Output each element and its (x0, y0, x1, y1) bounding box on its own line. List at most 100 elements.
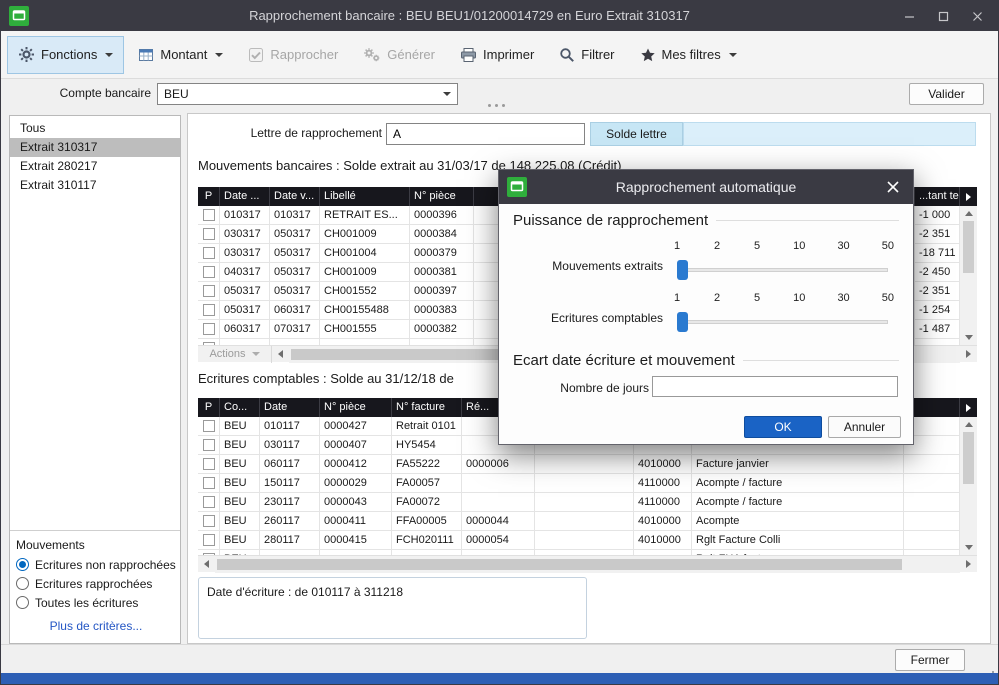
row-checkbox[interactable] (203, 439, 215, 451)
fermer-button[interactable]: Fermer (895, 649, 965, 671)
chevron-down-icon (252, 352, 260, 356)
valider-button[interactable]: Valider (909, 83, 984, 105)
tick-label: 2 (713, 292, 721, 304)
nombre-de-jours-label: Nombre de jours (499, 381, 649, 395)
column-header[interactable]: ...tant ten... (915, 187, 960, 206)
next-columns-button[interactable] (960, 398, 977, 417)
radio-label: Ecritures rapprochées (35, 577, 152, 591)
scroll-right-button[interactable] (960, 556, 977, 573)
column-header[interactable]: Date (260, 398, 320, 417)
column-header[interactable]: P (198, 398, 220, 417)
scroll-up-icon[interactable] (960, 417, 977, 432)
row-checkbox[interactable] (203, 534, 215, 546)
ledger-table-row[interactable]: BEU Rglt FHA factu (198, 550, 960, 555)
app-logo-icon (507, 177, 527, 197)
account-bar: Compte bancaire BEU Valider (1, 79, 998, 113)
hscroll-track[interactable] (215, 556, 960, 573)
generer-button[interactable]: Générer (352, 36, 446, 74)
imprimer-button[interactable]: Imprimer (449, 36, 545, 74)
minimize-button[interactable] (892, 1, 926, 31)
radio-toutes-les-ecritures[interactable]: Toutes les écritures (16, 593, 176, 612)
dialog-body: Puissance de rapprochement 125103050 Mou… (499, 204, 913, 444)
annuler-button[interactable]: Annuler (828, 416, 901, 438)
compte-bancaire-label: Compte bancaire (1, 86, 151, 100)
row-checkbox[interactable] (203, 420, 215, 432)
ledger-table-row[interactable]: BEU 150117 0000029 FA00057 4110000 Acomp… (198, 474, 960, 493)
sidebar-extrait-item[interactable]: Extrait 310317 (10, 138, 180, 157)
date-filter-box: Date d'écriture : de 010117 à 311218 (198, 577, 587, 639)
ledger-table-row[interactable]: BEU 280117 0000415 FCH020111 0000054 401… (198, 531, 960, 550)
column-header[interactable]: Date v... (270, 187, 320, 206)
chevron-down-icon (215, 53, 223, 57)
column-header[interactable]: N° facture (392, 398, 462, 417)
ok-button[interactable]: OK (744, 416, 822, 438)
next-columns-button[interactable] (960, 187, 977, 206)
ledger-table-row[interactable]: BEU 060117 0000412 FA55222 0000006 40100… (198, 455, 960, 474)
filtrer-button[interactable]: Filtrer (548, 36, 625, 74)
compte-bancaire-select[interactable]: BEU (157, 83, 458, 105)
row-checkbox[interactable] (203, 247, 215, 259)
hscroll-thumb[interactable] (217, 559, 902, 570)
star-icon (640, 47, 656, 63)
dialog-close-icon[interactable] (882, 176, 904, 198)
ledger-table-vscrollbar[interactable] (960, 417, 977, 555)
ecritures-comptables-label: Ecritures comptables (499, 311, 663, 325)
sidebar-extrait-item[interactable]: Extrait 280217 (10, 157, 180, 176)
slider-handle[interactable] (677, 260, 688, 280)
plus-de-criteres-link[interactable]: Plus de critères... (16, 619, 176, 633)
ledger-section-title: Ecritures comptables : Solde au 31/12/18… (198, 371, 454, 386)
vscroll-thumb[interactable] (963, 221, 974, 273)
tick-label: 10 (793, 240, 805, 252)
column-header[interactable]: N° pièce (410, 187, 474, 206)
tick-label: 30 (837, 292, 849, 304)
row-checkbox[interactable] (203, 496, 215, 508)
tick-label: 50 (882, 292, 894, 304)
solde-lettre-button[interactable]: Solde lettre (590, 122, 683, 146)
vscroll-thumb[interactable] (963, 432, 974, 484)
mouvements-extraits-slider[interactable] (678, 268, 888, 272)
scroll-left-button[interactable] (198, 556, 215, 573)
row-checkbox[interactable] (203, 323, 215, 335)
row-checkbox[interactable] (203, 285, 215, 297)
montant-button[interactable]: Montant (127, 36, 234, 74)
column-header[interactable]: Libellé (320, 187, 410, 206)
chevron-down-icon (443, 92, 451, 96)
actions-button[interactable]: Actions (198, 346, 272, 363)
maximize-button[interactable] (926, 1, 960, 31)
rapprocher-button[interactable]: Rapprocher (237, 36, 349, 74)
close-button[interactable] (960, 1, 994, 31)
row-checkbox[interactable] (203, 209, 215, 221)
sidebar-extrait-item[interactable]: Extrait 310117 (10, 176, 180, 195)
column-header[interactable]: P (198, 187, 220, 206)
radio-ecritures-non-rapprochees[interactable]: Ecritures non rapprochées (16, 555, 176, 574)
tick-label: 10 (793, 292, 805, 304)
column-header[interactable]: Date ... (220, 187, 270, 206)
sidebar-extrait-item[interactable]: Tous (10, 119, 180, 138)
row-checkbox[interactable] (203, 304, 215, 316)
mes-filtres-button[interactable]: Mes filtres (629, 36, 748, 74)
scroll-down-icon[interactable] (960, 330, 977, 345)
fonctions-button[interactable]: Fonctions (7, 36, 124, 74)
scroll-down-icon[interactable] (960, 540, 977, 555)
splitter-handle[interactable] (488, 104, 505, 107)
ecritures-comptables-slider[interactable] (678, 320, 888, 324)
row-checkbox[interactable] (203, 228, 215, 240)
row-checkbox[interactable] (203, 477, 215, 489)
window-title: Rapprochement bancaire : BEU BEU1/012000… (61, 1, 878, 31)
scroll-right-button[interactable] (960, 346, 977, 363)
ledger-table-row[interactable]: BEU 260117 0000411 FFA00005 0000044 4010… (198, 512, 960, 531)
nombre-de-jours-input[interactable] (652, 376, 898, 397)
row-checkbox[interactable] (203, 458, 215, 470)
column-header[interactable]: N° pièce (320, 398, 392, 417)
lettre-rapprochement-input[interactable] (386, 123, 585, 145)
column-header[interactable]: Co... (220, 398, 260, 417)
ledger-table-row[interactable]: BEU 230117 0000043 FA00072 4110000 Acomp… (198, 493, 960, 512)
row-checkbox[interactable] (203, 266, 215, 278)
lettre-rapprochement-label: Lettre de rapprochement (188, 126, 382, 140)
radio-ecritures-rapprochees[interactable]: Ecritures rapprochées (16, 574, 176, 593)
row-checkbox[interactable] (203, 515, 215, 527)
bank-table-vscrollbar[interactable] (960, 206, 977, 345)
scroll-up-icon[interactable] (960, 206, 977, 221)
scroll-left-button[interactable] (272, 346, 289, 363)
slider-handle[interactable] (677, 312, 688, 332)
